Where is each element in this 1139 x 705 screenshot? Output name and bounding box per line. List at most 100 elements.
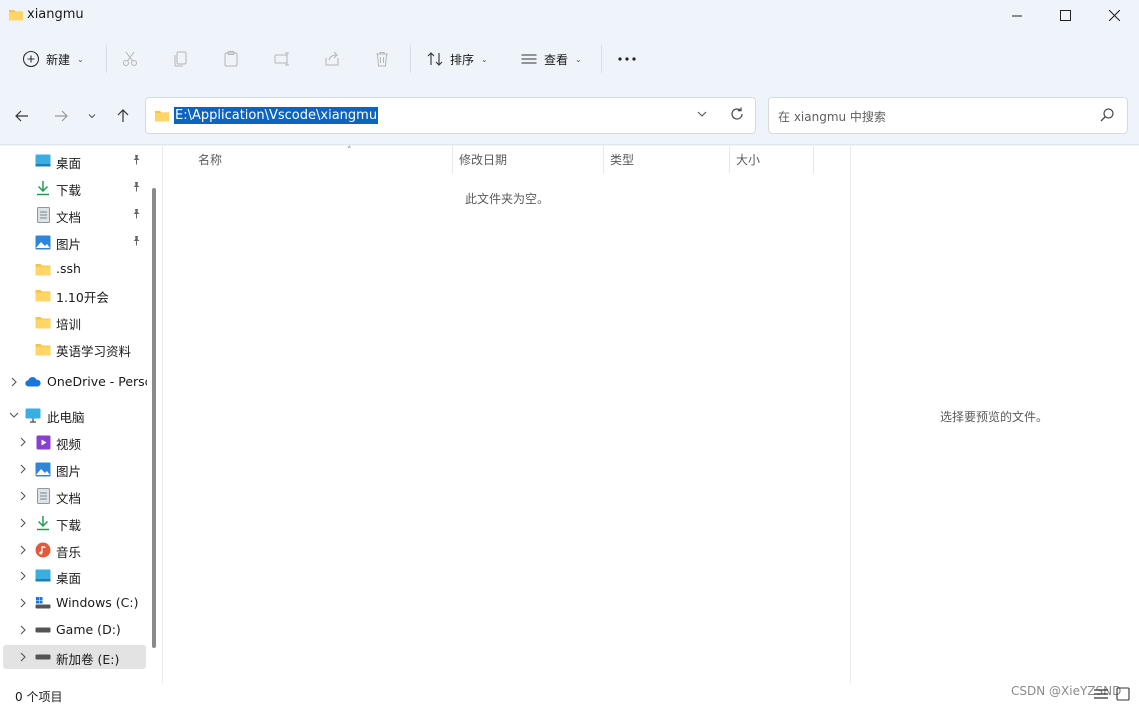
- pin-icon[interactable]: [131, 154, 142, 168]
- sidebar-item-label: 下载: [56, 183, 82, 198]
- back-icon[interactable]: [11, 105, 33, 127]
- sidebar-item-pictures[interactable]: 图片: [3, 457, 146, 481]
- sidebar-item-downloads[interactable]: 下载: [3, 511, 146, 535]
- column-header-label: 名称: [198, 153, 223, 167]
- column-header-date-modified[interactable]: 修改日期: [453, 146, 604, 173]
- chevron-right-icon[interactable]: [17, 490, 29, 502]
- folder-icon: [35, 341, 51, 357]
- sort-button[interactable]: 排序 ⌄: [426, 43, 488, 75]
- chevron-right-icon[interactable]: [17, 463, 29, 475]
- maximize-button[interactable]: [1042, 0, 1088, 31]
- folder-icon: [35, 287, 51, 303]
- sidebar-item-documents[interactable]: 文档: [3, 484, 146, 508]
- more-options-button[interactable]: [617, 43, 637, 75]
- column-header-type[interactable]: 类型: [604, 146, 730, 173]
- close-icon: [1108, 10, 1120, 21]
- sidebar-item-this-pc[interactable]: 此电脑: [3, 403, 146, 427]
- sidebar-item-folder[interactable]: .ssh: [3, 257, 146, 281]
- chevron-down-icon[interactable]: [8, 409, 20, 421]
- sidebar-item-label: Game (D:): [56, 622, 121, 637]
- address-bar[interactable]: E:\Application\Vscode\xiangmu: [145, 97, 756, 134]
- share-icon[interactable]: [321, 48, 343, 70]
- folder-icon: [35, 261, 51, 277]
- preview-message: 选择要预览的文件。: [940, 410, 1049, 424]
- close-button[interactable]: [1091, 0, 1137, 31]
- address-path[interactable]: E:\Application\Vscode\xiangmu: [174, 107, 379, 124]
- computer-icon: [25, 407, 41, 423]
- search-icon[interactable]: [1099, 107, 1115, 126]
- rename-icon[interactable]: [271, 48, 293, 70]
- chevron-right-icon[interactable]: [8, 376, 20, 388]
- command-bar: 新建 ⌄ 排序 ⌄ 查看 ⌄: [0, 31, 1139, 87]
- window-title: xiangmu: [27, 7, 84, 22]
- sidebar-item-label: 此电脑: [47, 410, 85, 425]
- sidebar-item-label: 视频: [56, 437, 82, 452]
- up-icon[interactable]: [112, 105, 134, 127]
- sidebar-item-desktop[interactable]: 桌面: [3, 149, 146, 173]
- forward-icon[interactable]: [50, 105, 72, 127]
- cut-icon[interactable]: [119, 48, 141, 70]
- folder-icon: [8, 8, 24, 25]
- pin-icon[interactable]: [131, 235, 142, 249]
- sidebar-item-desktop[interactable]: 桌面: [3, 564, 146, 588]
- desktop-icon: [35, 568, 51, 584]
- sidebar-item-documents[interactable]: 文档: [3, 203, 146, 227]
- chevron-down-icon[interactable]: [696, 108, 708, 123]
- sidebar-item-onedrive[interactable]: OneDrive - Persc: [3, 370, 147, 394]
- chevron-right-icon[interactable]: [17, 570, 29, 582]
- sidebar-item-downloads[interactable]: 下载: [3, 176, 146, 200]
- empty-folder-message: 此文件夹为空。: [465, 192, 550, 206]
- paste-icon[interactable]: [220, 48, 242, 70]
- sort-button-label: 排序: [450, 52, 475, 67]
- plus-circle-icon: [22, 50, 40, 68]
- chevron-right-icon[interactable]: [17, 597, 29, 609]
- sidebar-item-folder[interactable]: 1.10开会: [3, 283, 146, 307]
- sidebar-item-drive-d[interactable]: Game (D:): [3, 618, 146, 642]
- sidebar-item-label: 桌面: [56, 571, 82, 586]
- document-icon: [35, 488, 51, 504]
- pin-icon[interactable]: [131, 181, 142, 195]
- chevron-right-icon[interactable]: [17, 544, 29, 556]
- desktop-icon: [35, 153, 51, 169]
- chevron-right-icon[interactable]: [17, 436, 29, 448]
- sidebar-item-label: 音乐: [56, 545, 82, 560]
- sidebar-item-videos[interactable]: 视频: [3, 430, 146, 454]
- sidebar-item-folder[interactable]: 英语学习资料: [3, 337, 146, 361]
- sidebar-item-label: 图片: [56, 237, 82, 252]
- chevron-right-icon[interactable]: [17, 517, 29, 529]
- navigation-bar: E:\Application\Vscode\xiangmu 在 xiangmu …: [0, 87, 1139, 145]
- pictures-icon: [35, 461, 51, 477]
- delete-icon[interactable]: [371, 48, 393, 70]
- copy-icon[interactable]: [170, 48, 192, 70]
- chevron-right-icon[interactable]: [17, 624, 29, 636]
- sidebar-scrollbar[interactable]: [152, 188, 156, 648]
- sidebar-item-drive-c[interactable]: Windows (C:): [3, 591, 146, 615]
- view-button[interactable]: 查看 ⌄: [520, 43, 582, 75]
- sidebar-item-folder[interactable]: 培训: [3, 310, 146, 334]
- details-view-icon[interactable]: [1093, 687, 1109, 704]
- column-header-label: 大小: [736, 153, 761, 167]
- search-input[interactable]: 在 xiangmu 中搜索: [778, 108, 886, 125]
- toolbar-divider: [410, 45, 411, 73]
- sidebar-item-drive-e[interactable]: 新加卷 (E:): [3, 645, 146, 669]
- large-icons-view-icon[interactable]: [1116, 687, 1130, 704]
- windows-drive-icon: [35, 595, 51, 611]
- column-header-size[interactable]: 大小: [730, 146, 814, 173]
- pin-icon[interactable]: [131, 208, 142, 222]
- toolbar-divider: [106, 45, 107, 73]
- sidebar-item-pictures[interactable]: 图片: [3, 230, 146, 254]
- toolbar-divider: [601, 45, 602, 73]
- sidebar-item-label: Windows (C:): [56, 595, 139, 610]
- refresh-icon[interactable]: [729, 106, 745, 125]
- new-button[interactable]: 新建 ⌄: [22, 43, 84, 75]
- videos-icon: [35, 434, 51, 450]
- minimize-button[interactable]: [994, 0, 1040, 31]
- item-count: 0 个项目: [15, 690, 63, 704]
- search-box[interactable]: 在 xiangmu 中搜索: [768, 97, 1128, 134]
- chevron-right-icon[interactable]: [17, 651, 29, 663]
- download-icon: [35, 180, 51, 196]
- recent-locations-chevron-icon[interactable]: [81, 105, 103, 127]
- column-header-name[interactable]: 名称 ˄: [192, 146, 453, 173]
- sidebar-item-label: 英语学习资料: [56, 344, 132, 359]
- sidebar-item-music[interactable]: 音乐: [3, 538, 146, 562]
